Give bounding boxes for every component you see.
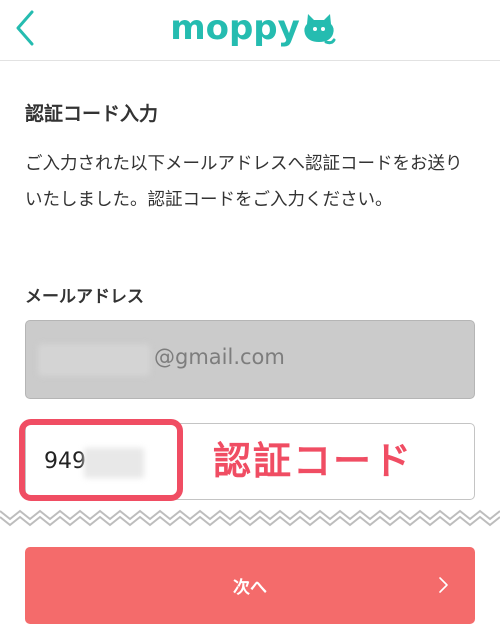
- page-title: 認証コード入力: [25, 103, 159, 125]
- email-value: @gmail.com: [154, 345, 285, 369]
- app-header: moppy: [0, 0, 500, 61]
- email-redacted-blur: [38, 344, 150, 376]
- email-field: @gmail.com: [25, 320, 475, 399]
- logo-text: moppy: [170, 8, 300, 48]
- cat-mascot-icon: [304, 14, 336, 45]
- annotation-label: 認証コード: [213, 439, 414, 483]
- chevron-right-icon: [439, 577, 448, 593]
- moppy-logo[interactable]: moppy: [168, 6, 338, 50]
- chevron-left-icon: [16, 10, 34, 46]
- back-button[interactable]: [10, 8, 40, 48]
- code-highlight-box: [19, 419, 183, 501]
- torn-edge-divider: [0, 509, 500, 527]
- next-button-label: 次へ: [233, 578, 267, 598]
- next-button[interactable]: 次へ: [25, 547, 475, 624]
- description-text: ご入力された以下メールアドレスへ認証コードをお送りいたしました。認証コードをご入…: [25, 154, 463, 210]
- email-label: メールアドレス: [25, 287, 144, 307]
